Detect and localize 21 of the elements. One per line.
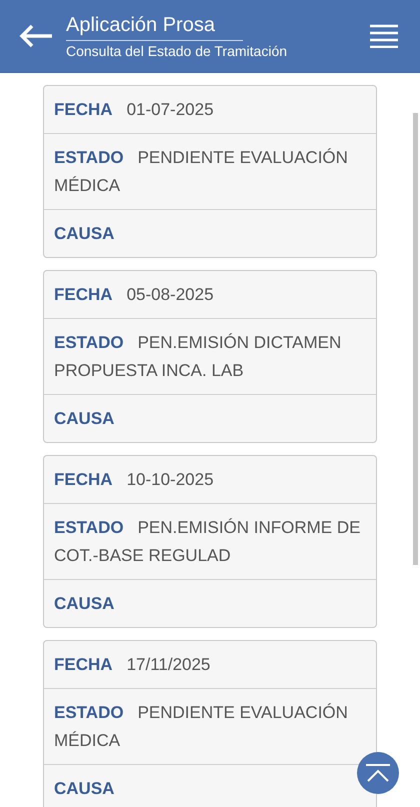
menu-button[interactable] bbox=[370, 24, 398, 48]
field-text: ESTADO PENDIENTE EVALUACIÓN MÉDICA bbox=[54, 702, 349, 752]
field-text: ESTADO PEN.EMISIÓN DICTAMEN PROPUESTA INCA. LAB bbox=[54, 332, 342, 382]
field-label: CAUSA bbox=[54, 224, 114, 243]
field-label: CAUSA bbox=[54, 779, 114, 798]
field-text: ESTADO PEN.EMISIÓN INFORME DE COT.-BASE REGULAD bbox=[54, 517, 362, 567]
page-subtitle: Consulta del Estado de Tramitación bbox=[66, 43, 288, 59]
scroll-top-icon bbox=[365, 763, 391, 783]
menu-icon bbox=[370, 24, 398, 48]
field-text: FECHA 01-07-2025 bbox=[54, 99, 215, 121]
field-label: CAUSA bbox=[54, 594, 114, 613]
field-text: ESTADO PENDIENTE EVALUACIÓN MÉDICA bbox=[54, 147, 349, 197]
back-button[interactable] bbox=[18, 23, 54, 49]
field-label: CAUSA bbox=[54, 409, 114, 428]
scroll-top-button[interactable] bbox=[357, 752, 399, 794]
field-text: FECHA 10-10-2025 bbox=[54, 469, 215, 491]
back-arrow-icon bbox=[18, 23, 54, 49]
scrollbar[interactable] bbox=[413, 113, 418, 565]
field-text: FECHA 17/11/2025 bbox=[54, 654, 212, 676]
app-title: Aplicación Prosa bbox=[66, 13, 243, 41]
field-text: FECHA 05-08-2025 bbox=[54, 284, 215, 306]
